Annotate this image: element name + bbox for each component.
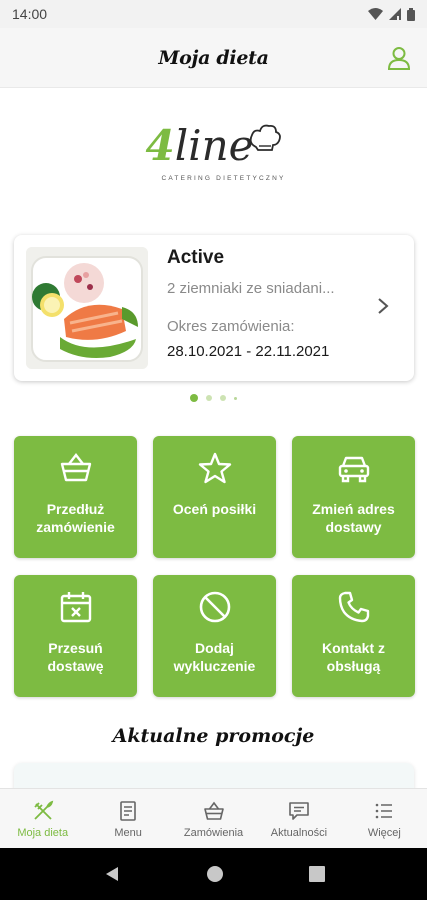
- nav-menu[interactable]: Menu: [85, 789, 170, 848]
- carousel-dot[interactable]: [206, 395, 212, 401]
- logo-wordmark: 4 line: [145, 123, 281, 167]
- brand-logo: 4 line CATERING DIETETYCZNY: [0, 123, 427, 203]
- add-exclusion-button[interactable]: Dodaj wykluczenie: [153, 575, 276, 697]
- logo-number: 4: [145, 121, 175, 170]
- chef-hat-icon: [249, 124, 281, 151]
- nav-more[interactable]: Więcej: [342, 789, 427, 848]
- basket-icon: [60, 453, 91, 482]
- rate-meals-button[interactable]: Oceń posiłki: [153, 436, 276, 558]
- carousel-dot[interactable]: [190, 394, 198, 402]
- logo-word: line: [174, 121, 254, 170]
- nav-label: Moja dieta: [17, 827, 69, 839]
- tile-label: Przesuń dostawę: [47, 640, 104, 674]
- tile-label: Kontakt z obsługą: [322, 640, 385, 674]
- battery-icon: [407, 7, 415, 21]
- logo-tagline: CATERING DIETETYCZNY: [161, 175, 286, 182]
- nav-label: Aktualności: [270, 827, 328, 839]
- back-icon[interactable]: [103, 865, 121, 883]
- tile-label: Zmień adres dostawy: [312, 501, 395, 535]
- carousel-dot[interactable]: [220, 395, 226, 401]
- order-status: Active: [167, 247, 225, 268]
- main-content[interactable]: 4 line CATERING DIETETYCZNY Active 2 zie…: [0, 89, 427, 788]
- home-icon[interactable]: [206, 865, 224, 883]
- nav-label: Zamówienia: [183, 827, 244, 839]
- wifi-icon: [368, 8, 383, 20]
- list-icon: [376, 803, 393, 819]
- change-address-button[interactable]: Zmień adres dostawy: [292, 436, 415, 558]
- contact-support-button[interactable]: Kontakt z obsługą: [292, 575, 415, 697]
- meal-photo: [26, 247, 148, 369]
- carousel-dot[interactable]: [234, 396, 237, 400]
- system-navigation-bar: [0, 848, 427, 900]
- page-title: Moja dieta: [158, 46, 269, 69]
- nav-label: Więcej: [367, 827, 401, 839]
- status-icons: [368, 7, 415, 21]
- calendar-x-icon: [60, 592, 91, 623]
- profile-icon[interactable]: [385, 44, 413, 72]
- status-time: 14:00: [12, 6, 48, 22]
- basket-icon: [203, 801, 224, 820]
- bottom-navigation: Moja dieta Menu Zamówienia Aktualności W…: [0, 788, 427, 848]
- recents-icon[interactable]: [308, 866, 325, 882]
- chat-icon: [289, 802, 309, 820]
- promotion-card[interactable]: [14, 763, 414, 788]
- tile-label: Oceń posiłki: [172, 501, 257, 517]
- tile-label: Dodaj wykluczenie: [173, 640, 256, 674]
- nav-orders[interactable]: Zamówienia: [171, 789, 256, 848]
- nav-news[interactable]: Aktualności: [256, 789, 341, 848]
- chevron-right-icon[interactable]: [376, 297, 390, 315]
- cutlery-icon: [34, 800, 53, 820]
- order-menu-name: 2 ziemniaki ze sniadani...: [167, 280, 335, 297]
- phone-icon: [338, 591, 369, 623]
- promotions-title: Aktualne promocje: [112, 725, 315, 747]
- tile-label: Przedłuż zamówienie: [36, 501, 115, 535]
- star-icon: [198, 452, 231, 484]
- move-delivery-button[interactable]: Przesuń dostawę: [14, 575, 137, 697]
- order-period-label: Okres zamówienia:: [167, 318, 295, 335]
- signal-icon: [389, 8, 401, 20]
- car-icon: [338, 456, 369, 483]
- nav-my-diet[interactable]: Moja dieta: [0, 789, 85, 848]
- carousel-indicator[interactable]: [0, 394, 427, 402]
- app-header: Moja dieta: [0, 28, 427, 88]
- order-period-value: 28.10.2021 - 22.11.2021: [167, 343, 330, 360]
- nav-label: Menu: [114, 827, 142, 839]
- block-icon: [199, 591, 230, 623]
- active-order-card[interactable]: Active 2 ziemniaki ze sniadani... Okres …: [14, 235, 414, 381]
- document-icon: [120, 801, 136, 821]
- extend-order-button[interactable]: Przedłuż zamówienie: [14, 436, 137, 558]
- status-bar: 14:00: [0, 0, 427, 28]
